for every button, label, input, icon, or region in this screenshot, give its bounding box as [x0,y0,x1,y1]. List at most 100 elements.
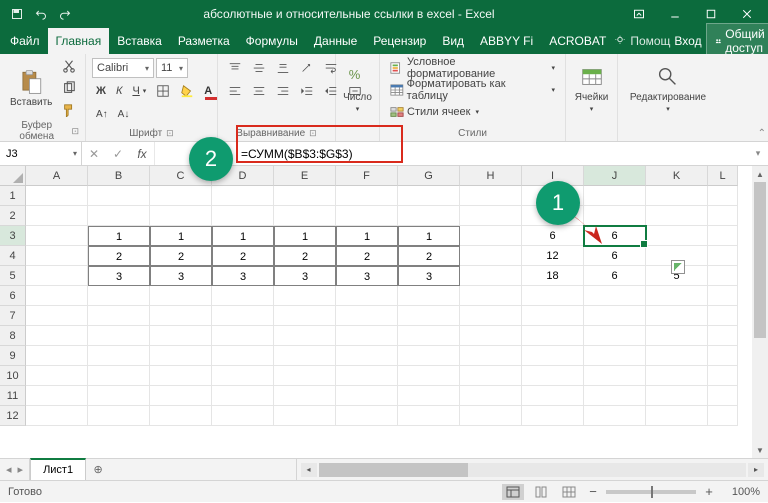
undo-icon[interactable] [30,3,52,25]
cell[interactable] [460,366,522,386]
cell[interactable]: 2 [212,246,274,266]
cell[interactable] [88,306,150,326]
cut-icon[interactable] [58,56,80,76]
tab-insert[interactable]: Вставка [109,28,170,54]
col-header[interactable]: F [336,166,398,186]
sheet-tab[interactable]: Лист1 [30,458,86,480]
cell[interactable] [522,306,584,326]
cell[interactable] [522,286,584,306]
cell[interactable] [460,386,522,406]
name-box[interactable]: J3▾ [0,142,82,165]
cell[interactable] [646,386,708,406]
cell[interactable] [274,326,336,346]
zoom-in-button[interactable]: + [702,484,716,499]
collapse-ribbon-icon[interactable]: ⌃ [758,128,766,139]
cell[interactable] [88,286,150,306]
col-header[interactable]: K [646,166,708,186]
fx-icon[interactable]: fx [130,147,154,161]
cell[interactable] [336,386,398,406]
cell[interactable] [26,326,88,346]
cell[interactable]: 2 [336,246,398,266]
cells-button[interactable]: Ячейки ▾ [572,58,611,118]
cell[interactable] [460,346,522,366]
cell[interactable]: 2 [398,246,460,266]
cell[interactable]: 18 [522,266,584,286]
sheet-nav-next-icon[interactable]: ▸ [18,463,24,476]
cell[interactable] [460,206,522,226]
cell[interactable] [584,386,646,406]
cell[interactable] [398,326,460,346]
cell[interactable] [584,366,646,386]
cell[interactable] [584,326,646,346]
cell[interactable] [398,186,460,206]
cell[interactable] [460,326,522,346]
cell[interactable] [398,386,460,406]
row-header[interactable]: 1 [0,186,26,206]
cell[interactable] [708,246,738,266]
cell[interactable] [26,186,88,206]
font-combo[interactable]: Calibri▾ [92,58,154,78]
cell[interactable] [522,406,584,426]
cell[interactable] [336,366,398,386]
cell[interactable] [88,206,150,226]
conditional-formatting-button[interactable]: Условное форматирование▾ [386,58,559,78]
minimize-icon[interactable] [658,0,692,28]
cell[interactable] [708,186,738,206]
enter-formula-icon[interactable]: ✓ [106,147,130,161]
cell[interactable]: 2 [274,246,336,266]
format-painter-icon[interactable] [58,100,80,120]
cell-styles-button[interactable]: Стили ячеек▾ [386,102,559,122]
cell[interactable] [398,306,460,326]
decrease-font-icon[interactable]: A↓ [114,104,134,124]
col-header[interactable]: J [584,166,646,186]
cell[interactable] [708,326,738,346]
horizontal-scrollbar[interactable]: ◂ ▸ [296,459,768,480]
cell[interactable] [646,206,708,226]
cell[interactable] [336,286,398,306]
ribbon-options-icon[interactable] [622,0,656,28]
cell[interactable] [274,406,336,426]
cell[interactable] [336,186,398,206]
cell[interactable] [522,326,584,346]
tab-file[interactable]: Файл [2,28,48,54]
add-sheet-button[interactable]: ⊕ [86,459,110,480]
col-header[interactable]: A [26,166,88,186]
cell[interactable] [584,346,646,366]
cell[interactable] [150,346,212,366]
row-header[interactable]: 11 [0,386,26,406]
tab-acrobat[interactable]: ACROBAT [541,28,614,54]
col-header[interactable]: E [274,166,336,186]
cell[interactable] [522,346,584,366]
cell[interactable] [708,286,738,306]
bold-button[interactable]: Ж [92,81,110,101]
font-size-combo[interactable]: 11▾ [156,58,188,78]
cell[interactable]: 6 [584,266,646,286]
underline-button[interactable]: Ч▾ [128,81,150,101]
cell[interactable] [150,306,212,326]
cell[interactable] [646,186,708,206]
col-header[interactable]: B [88,166,150,186]
cell[interactable] [646,406,708,426]
dialog-launcher-icon[interactable]: ⊡ [166,128,174,139]
cell[interactable] [646,346,708,366]
tab-formulas[interactable]: Формулы [238,28,306,54]
cell[interactable] [150,286,212,306]
cell[interactable] [212,406,274,426]
cell[interactable] [274,206,336,226]
decrease-indent-icon[interactable] [296,81,318,101]
row-header[interactable]: 7 [0,306,26,326]
col-header[interactable]: H [460,166,522,186]
vertical-scrollbar[interactable]: ▲ ▼ [752,166,768,458]
page-break-view-icon[interactable] [558,484,580,500]
cell[interactable] [150,366,212,386]
cell[interactable] [460,186,522,206]
number-format-button[interactable]: % Число ▾ [342,58,373,118]
tab-review[interactable]: Рецензир [365,28,434,54]
cell[interactable] [88,326,150,346]
cell[interactable] [336,206,398,226]
cell[interactable] [212,386,274,406]
cell[interactable] [26,266,88,286]
cell[interactable]: 3 [274,266,336,286]
row-header[interactable]: 6 [0,286,26,306]
cell[interactable]: 3 [336,266,398,286]
